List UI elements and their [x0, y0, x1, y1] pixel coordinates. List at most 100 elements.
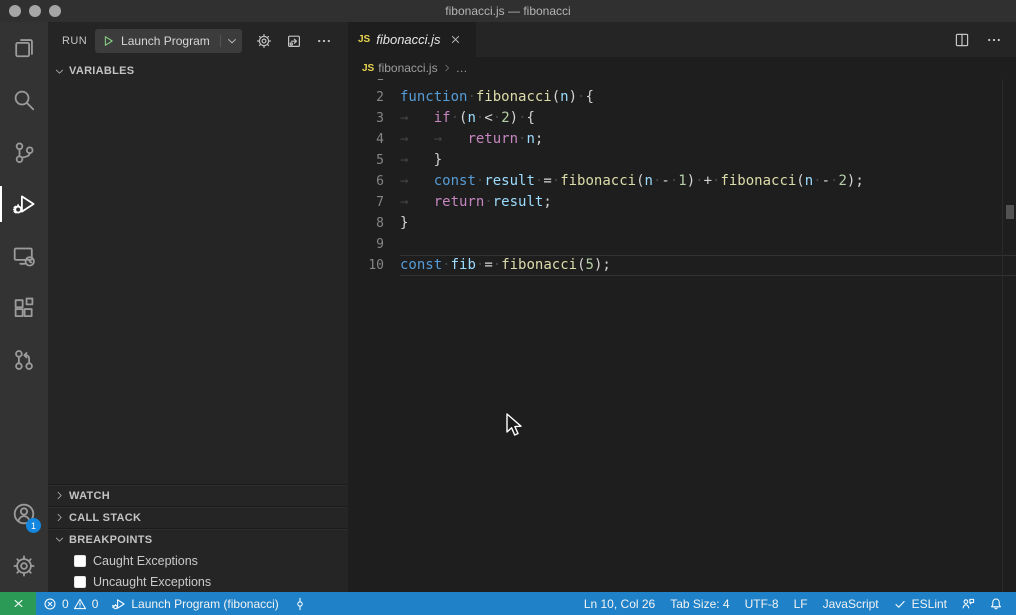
run-label: RUN	[62, 35, 87, 47]
activity-bar-item-accounts[interactable]: 1	[0, 488, 48, 540]
line-number[interactable]: 7	[348, 192, 400, 213]
open-debug-console-button[interactable]	[286, 33, 302, 49]
breakpoint-checkbox[interactable]	[74, 555, 86, 567]
activity-bar-item-run-and-debug[interactable]	[0, 178, 48, 230]
line-number[interactable]: 2	[348, 87, 400, 108]
line-number[interactable]: 8	[348, 213, 400, 234]
line-content[interactable]: function·fibonacci(n)·{	[400, 87, 1016, 108]
accounts-badge: 1	[26, 518, 41, 533]
more-icon	[316, 33, 332, 49]
chevron-down-icon	[220, 35, 238, 47]
code-line-3[interactable]: 3→ if·(n·<·2)·{	[348, 108, 1016, 129]
tab-bar: JS fibonacci.js	[348, 22, 1016, 57]
remote-indicator[interactable]	[0, 592, 36, 615]
code-line-10[interactable]: 10const·fib·=·fibonacci(5);	[348, 255, 1016, 276]
chevron-right-icon	[54, 512, 65, 523]
breakpoints-section-header[interactable]: BREAKPOINTS	[48, 528, 348, 550]
code-line-6[interactable]: 6→ const·result·=·fibonacci(n·-·1)·+·fib…	[348, 171, 1016, 192]
line-number[interactable]: 1	[348, 79, 400, 87]
minimize-window-button[interactable]	[29, 5, 41, 17]
more-actions-button[interactable]	[316, 33, 332, 49]
activity-bar: 1	[0, 22, 48, 592]
debug-icon	[12, 192, 36, 216]
line-content[interactable]: const·fib·=·fibonacci(5);	[400, 255, 1016, 276]
notifications[interactable]	[982, 592, 1010, 615]
watch-section-header[interactable]: WATCH	[48, 484, 348, 506]
overview-ruler-cursor-mark[interactable]	[1006, 205, 1014, 219]
code-line-5[interactable]: 5→ }	[348, 150, 1016, 171]
launch-config-dropdown[interactable]: Launch Program	[95, 29, 242, 53]
line-number[interactable]: 4	[348, 129, 400, 150]
line-content[interactable]: → }	[400, 150, 1016, 171]
tab-size[interactable]: Tab Size: 4	[662, 592, 736, 615]
chevron-right-icon	[442, 63, 452, 73]
problems-indicator[interactable]: 00	[36, 592, 105, 615]
cursor-position[interactable]: Ln 10, Col 26	[576, 592, 662, 615]
code-editor[interactable]: 12function·fibonacci(n)·{3→ if·(n·<·2)·{…	[348, 79, 1016, 592]
close-tab-icon[interactable]	[449, 33, 462, 46]
activity-bar-item-extensions[interactable]	[0, 282, 48, 334]
split-editor-icon[interactable]	[954, 32, 970, 48]
more-actions-icon[interactable]	[986, 32, 1002, 48]
breakpoints-section-label: BREAKPOINTS	[69, 534, 152, 546]
activity-bar-item-source-control[interactable]	[0, 126, 48, 178]
start-debugging-button[interactable]	[101, 34, 115, 48]
language-mode[interactable]: JavaScript	[815, 592, 886, 615]
code-line-9[interactable]: 9	[348, 234, 1016, 255]
status-bar: 00Launch Program (fibonacci) Ln 10, Col …	[0, 592, 1016, 615]
gear-icon	[256, 33, 272, 49]
line-number[interactable]: 10	[348, 255, 400, 276]
activity-bar-item-settings[interactable]	[0, 540, 48, 592]
line-number[interactable]: 5	[348, 150, 400, 171]
debug-launch-status[interactable]: Launch Program (fibonacci)	[105, 592, 285, 615]
breadcrumb[interactable]: JS fibonacci.js …	[348, 57, 1016, 79]
line-content[interactable]: → if·(n·<·2)·{	[400, 108, 1016, 129]
debug-console-icon	[286, 33, 302, 49]
encoding[interactable]: UTF-8	[737, 592, 786, 615]
title-bar: fibonacci.js — fibonacci	[0, 0, 1016, 22]
variables-panel[interactable]	[48, 82, 348, 484]
maximize-window-button[interactable]	[49, 5, 61, 17]
remote-explorer-icon	[12, 244, 36, 268]
close-window-button[interactable]	[9, 5, 21, 17]
bell-icon	[989, 597, 1003, 611]
eol[interactable]: LF	[786, 592, 815, 615]
code-line-1[interactable]: 1	[348, 79, 1016, 87]
javascript-file-icon: JS	[362, 63, 374, 74]
breadcrumb-symbol[interactable]: …	[456, 61, 468, 75]
call-stack-section-label: CALL STACK	[69, 512, 141, 524]
breakpoint-label: Uncaught Exceptions	[93, 575, 211, 589]
commit-icon	[293, 597, 307, 611]
breadcrumb-file[interactable]: fibonacci.js	[378, 61, 437, 75]
breakpoint-checkbox[interactable]	[74, 576, 86, 588]
code-line-4[interactable]: 4→ → return·n;	[348, 129, 1016, 150]
activity-bar-item-explorer[interactable]	[0, 22, 48, 74]
line-content[interactable]: → const·result·=·fibonacci(n·-·1)·+·fibo…	[400, 171, 1016, 192]
feedback[interactable]	[954, 592, 982, 615]
line-content[interactable]	[400, 79, 1016, 87]
line-content[interactable]: → return·result;	[400, 192, 1016, 213]
chevron-down-icon	[54, 66, 65, 77]
code-line-7[interactable]: 7→ return·result;	[348, 192, 1016, 213]
variables-section-header[interactable]: VARIABLES	[48, 60, 348, 82]
tab-fibonacci-js[interactable]: JS fibonacci.js	[348, 22, 476, 57]
activity-bar-item-github-pull-requests[interactable]	[0, 334, 48, 386]
line-content[interactable]: → → return·n;	[400, 129, 1016, 150]
line-content[interactable]	[400, 234, 1016, 255]
activity-bar-item-search[interactable]	[0, 74, 48, 126]
line-number[interactable]: 6	[348, 171, 400, 192]
activity-bar-item-remote-explorer[interactable]	[0, 230, 48, 282]
breakpoint-item[interactable]: Caught Exceptions	[48, 550, 348, 571]
call-stack-section-header[interactable]: CALL STACK	[48, 506, 348, 528]
configure-launch-button[interactable]	[256, 33, 272, 49]
search-icon	[12, 88, 36, 112]
line-number[interactable]: 3	[348, 108, 400, 129]
line-number[interactable]: 9	[348, 234, 400, 255]
line-content[interactable]: }	[400, 213, 1016, 234]
breakpoint-item[interactable]: Uncaught Exceptions	[48, 571, 348, 592]
code-line-2[interactable]: 2function·fibonacci(n)·{	[348, 87, 1016, 108]
commit-indicator[interactable]	[286, 592, 314, 615]
debug-sidebar: RUN Launch Program VARIABLES WATCH CALL	[48, 22, 348, 592]
eslint-status[interactable]: ESLint	[886, 592, 954, 615]
code-line-8[interactable]: 8}	[348, 213, 1016, 234]
